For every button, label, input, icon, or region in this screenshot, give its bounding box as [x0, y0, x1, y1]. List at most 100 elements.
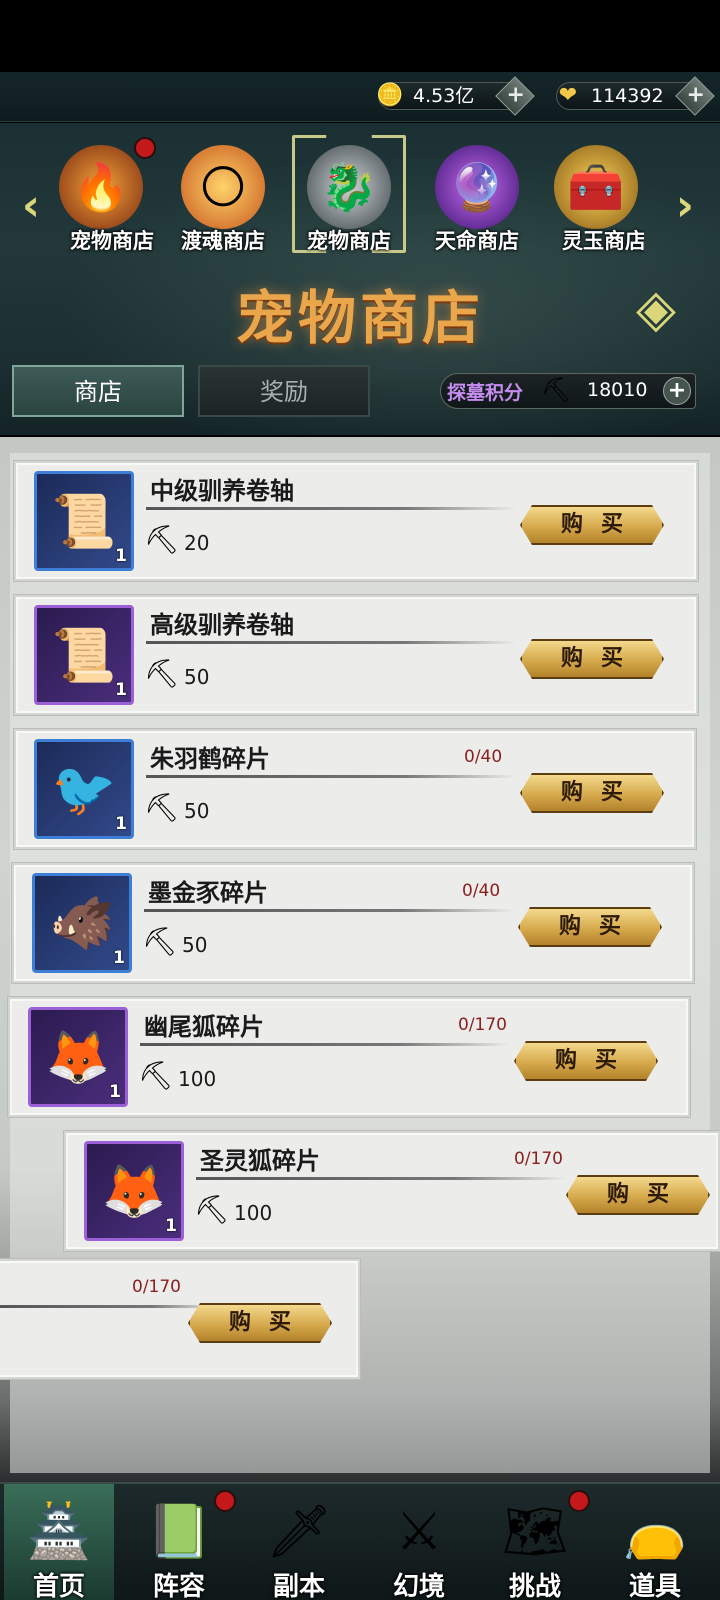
item-card-3: 🐗 1 墨金豕碎片 0/40 ⛏ 50 购买 [12, 863, 694, 983]
gem-heart-icon: ❤ [558, 83, 578, 108]
score-value: 18010 [587, 379, 648, 401]
emblem-icon: ◈ [636, 279, 676, 339]
shovel-icon: ⛏ [144, 523, 180, 556]
gem-counter: ❤ 114392 + [556, 76, 715, 116]
shop-tab-pet[interactable]: 🐉 宠物商店 [290, 135, 408, 255]
notification-badge [568, 1490, 590, 1512]
coin-icon: 🪙 [376, 83, 404, 108]
nav-items[interactable]: 👝 道具 [600, 1484, 710, 1600]
currency-bar: 🪙 4.53亿 + ❤ 114392 + [0, 72, 720, 122]
shop-tab-pet-left[interactable]: 🔥 宠物商店 [42, 135, 160, 255]
pagoda-icon: 🏯 [26, 1502, 92, 1562]
shop-tab-soul[interactable]: 🌕 渡魂商店 [164, 135, 282, 255]
gem-value: 114392 [591, 85, 664, 107]
item-list-area[interactable]: 📜 1 中级驯养卷轴 ⛏ 20 购买 📜 1 高级驯养卷轴 ⛏ 50 购买 🐦 1 朱… [0, 437, 720, 1482]
buy-button[interactable]: 购买 [188, 1303, 332, 1343]
soul-orb-icon: 🌕 [181, 145, 265, 229]
item-name: 幽尾狐碎片 [144, 1012, 264, 1041]
divider [0, 1305, 218, 1308]
shovel-icon: ⛏ [138, 1059, 174, 1092]
scroll-map-icon: 🗺 [501, 1502, 568, 1562]
armored-boar-icon: 🐗 1 [32, 873, 132, 973]
add-coin-button[interactable]: + [495, 76, 535, 116]
shop-tab-label: 宠物商店 [307, 229, 391, 253]
status-bar [0, 0, 720, 72]
shovel-icon: ⛏ [142, 925, 178, 958]
shovel-icon: ⛏ [194, 1193, 230, 1226]
nav-label: 副本 [272, 1572, 325, 1600]
item-progress: 0/170 [514, 1149, 563, 1169]
spirit-fox-icon: 🦊 1 [84, 1141, 184, 1241]
scroll-icon: 📜 1 [34, 471, 134, 571]
nav-label: 首页 [32, 1572, 85, 1600]
carousel-next-arrow[interactable]: › [668, 181, 702, 231]
item-card-1: 📜 1 高级驯养卷轴 ⛏ 50 购买 [14, 595, 698, 715]
nav-lineup[interactable]: 📗 阵容 [124, 1484, 236, 1600]
flame-spirit-icon: 🔥 [59, 145, 143, 229]
divider [140, 1043, 510, 1046]
shop-tab-label: 天命商店 [435, 229, 519, 253]
item-name: 高级驯养卷轴 [150, 610, 294, 639]
divider [144, 909, 514, 912]
item-card-2: 🐦 1 朱羽鹤碎片 0/40 ⛏ 50 购买 [14, 729, 696, 849]
shop-tab-destiny[interactable]: 🔮 天命商店 [418, 135, 536, 255]
divider [146, 507, 516, 510]
item-card-0: 📜 1 中级驯养卷轴 ⛏ 20 购买 [14, 461, 698, 581]
item-price: 50 [184, 665, 210, 689]
shovel-icon: ⛏ [144, 791, 180, 824]
crossed-swords-icon: ⚔ [395, 1502, 443, 1562]
item-price: 50 [182, 933, 208, 957]
item-name: 圣灵狐碎片 [200, 1146, 320, 1175]
item-card-4: 🦊 1 幽尾狐碎片 0/170 ⛏ 100 购买 [8, 997, 690, 1117]
nav-label: 阵容 [152, 1572, 205, 1600]
treasure-chest-icon: 🧰 [554, 145, 638, 229]
item-count: 1 [165, 1216, 177, 1236]
shop-tab-jade[interactable]: 🧰 灵玉商店 [548, 135, 644, 255]
tab-reward[interactable]: 奖励 [198, 365, 370, 417]
nav-challenge[interactable]: 🗺 挑战 [480, 1484, 590, 1600]
red-crane-icon: 🐦 1 [34, 739, 134, 839]
coin-value: 4.53亿 [413, 85, 475, 107]
divider [146, 641, 516, 644]
shovel-icon: ⛏ [541, 376, 572, 404]
buy-button[interactable]: 购买 [520, 639, 664, 679]
coin-counter: 🪙 4.53亿 + [376, 76, 535, 116]
nav-illusion[interactable]: ⚔ 幻境 [364, 1484, 474, 1600]
bag-icon: 👝 [622, 1502, 688, 1562]
nav-label: 幻境 [392, 1572, 445, 1600]
item-price: 20 [184, 531, 210, 555]
tab-shop[interactable]: 商店 [12, 365, 184, 417]
item-count: 1 [109, 1082, 121, 1102]
item-count: 1 [115, 814, 127, 834]
shop-tab-label: 宠物商店 [70, 229, 154, 253]
purple-gem-icon: 🔮 [435, 145, 519, 229]
shop-title: 宠物商店 [235, 284, 484, 352]
item-price: 100 [234, 1201, 273, 1225]
buy-button[interactable]: 购买 [518, 907, 662, 947]
shovel-icon: ⛏ [144, 657, 180, 690]
item-count: 1 [115, 546, 127, 566]
buy-button[interactable]: 购买 [520, 505, 664, 545]
item-count: 1 [113, 948, 125, 968]
item-card-6: 0/170 购买 [0, 1259, 360, 1379]
nav-home[interactable]: 🏯 首页 [4, 1484, 114, 1600]
item-name: 中级驯养卷轴 [150, 476, 294, 505]
buy-button[interactable]: 购买 [520, 773, 664, 813]
item-progress: 0/170 [132, 1277, 181, 1297]
nav-dungeon[interactable]: 🗡 副本 [244, 1484, 354, 1600]
item-price: 100 [178, 1067, 217, 1091]
add-gem-button[interactable]: + [675, 76, 715, 116]
buy-button[interactable]: 购买 [566, 1175, 710, 1215]
shop-header: ‹ › 🔥 宠物商店 🌕 渡魂商店 🐉 宠物商店 🔮 天命商店 🧰 灵玉商店 宠… [0, 123, 720, 435]
item-name: 墨金豕碎片 [148, 878, 268, 907]
score-counter: 探墓积分 ⛏ 18010 + [440, 373, 696, 409]
add-score-button[interactable]: + [663, 377, 691, 405]
shop-tab-label: 渡魂商店 [181, 229, 265, 253]
sword-icon: 🗡 [265, 1502, 332, 1562]
score-label: 探墓积分 [447, 382, 524, 404]
item-count: 1 [115, 680, 127, 700]
buy-button[interactable]: 购买 [514, 1041, 658, 1081]
notification-badge [134, 137, 156, 159]
notification-badge [214, 1490, 236, 1512]
item-progress: 0/170 [458, 1015, 507, 1035]
